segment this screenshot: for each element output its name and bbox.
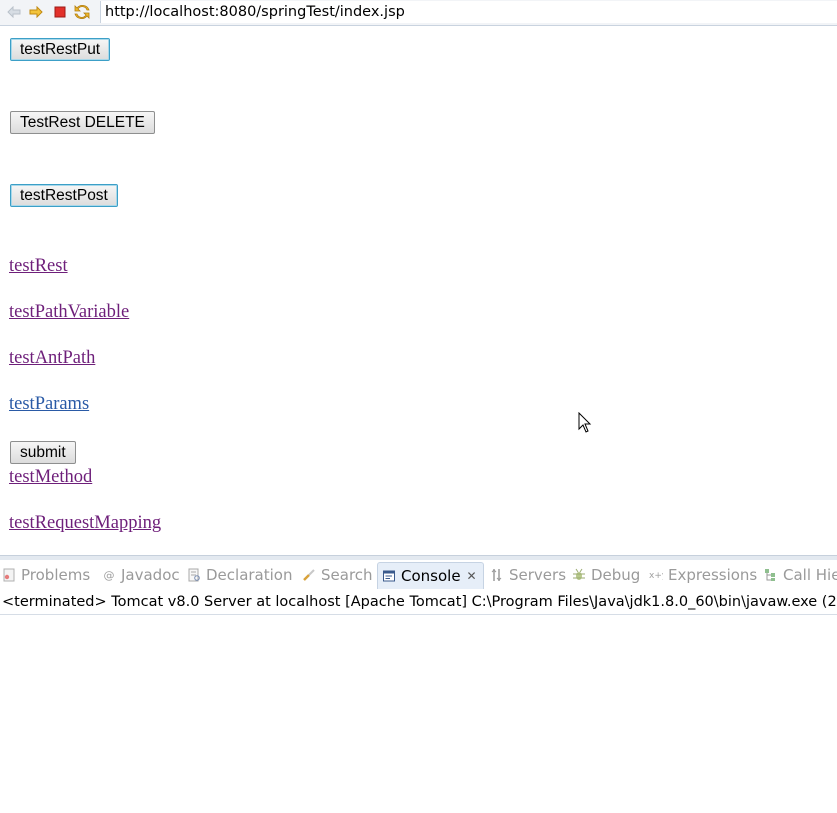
- submit-button[interactable]: submit: [10, 441, 76, 464]
- javadoc-icon: @: [103, 568, 115, 582]
- refresh-icon[interactable]: [74, 4, 90, 20]
- tab-console-label: Console: [401, 567, 461, 585]
- test-rest-link[interactable]: testRest: [9, 256, 68, 277]
- tab-problems-label: Problems: [21, 566, 91, 584]
- call-hierarchy-icon: [764, 568, 778, 582]
- page-content: testRestPut TestRest DELETE testRestPost…: [0, 26, 837, 556]
- tab-problems[interactable]: Problems: [2, 562, 90, 588]
- test-request-mapping-link[interactable]: testRequestMapping: [9, 513, 161, 534]
- declaration-icon: [187, 568, 201, 582]
- tab-servers-label: Servers: [509, 566, 567, 584]
- tab-expressions-label: Expressions: [668, 566, 758, 584]
- tab-declaration-label: Declaration: [206, 566, 293, 584]
- back-icon[interactable]: [6, 4, 22, 20]
- tab-servers[interactable]: Servers: [490, 562, 566, 588]
- tab-search[interactable]: Search: [302, 562, 373, 588]
- console-status-text: <terminated> Tomcat v8.0 Server at local…: [2, 594, 837, 610]
- url-bar[interactable]: http://localhost:8080/springTest/index.j…: [100, 1, 837, 23]
- tab-search-label: Search: [321, 566, 373, 584]
- stop-icon[interactable]: [52, 4, 68, 20]
- test-ant-path-link[interactable]: testAntPath: [9, 348, 95, 369]
- test-rest-put-button[interactable]: testRestPut: [10, 38, 111, 61]
- problems-icon: [2, 568, 16, 582]
- tab-console[interactable]: Console ✕: [377, 562, 484, 589]
- test-method-link[interactable]: testMethod: [9, 467, 92, 488]
- expressions-icon: x+y: [649, 568, 663, 582]
- test-rest-post-button[interactable]: testRestPost: [10, 184, 118, 207]
- tab-javadoc[interactable]: @ Javadoc: [102, 562, 180, 588]
- forward-icon[interactable]: [28, 4, 44, 20]
- tab-call-hierarchy[interactable]: Call Hie: [764, 562, 837, 588]
- ide-view-tabs: Problems @ Javadoc Declaration Search Co…: [0, 560, 837, 590]
- browser-toolbar: http://localhost:8080/springTest/index.j…: [0, 0, 837, 26]
- console-status-bar: <terminated> Tomcat v8.0 Server at local…: [0, 590, 837, 615]
- tab-call-hierarchy-label: Call Hie: [783, 566, 837, 584]
- tab-declaration[interactable]: Declaration: [187, 562, 292, 588]
- test-path-variable-link[interactable]: testPathVariable: [9, 302, 129, 323]
- svg-text:x+y: x+y: [649, 571, 663, 581]
- close-icon[interactable]: ✕: [467, 569, 477, 583]
- url-text: http://localhost:8080/springTest/index.j…: [105, 4, 405, 20]
- mouse-cursor-icon: [578, 411, 592, 439]
- tab-debug[interactable]: Debug: [572, 562, 640, 588]
- search-icon: [302, 568, 316, 582]
- debug-icon: [572, 568, 586, 582]
- console-icon: [382, 569, 396, 583]
- test-rest-delete-button[interactable]: TestRest DELETE: [10, 111, 155, 134]
- tab-javadoc-label: Javadoc: [121, 566, 180, 584]
- servers-icon: [490, 568, 504, 582]
- test-params-link[interactable]: testParams: [9, 394, 89, 415]
- console-output[interactable]: [0, 615, 837, 813]
- tab-expressions[interactable]: x+y Expressions: [649, 562, 757, 588]
- tab-debug-label: Debug: [591, 566, 641, 584]
